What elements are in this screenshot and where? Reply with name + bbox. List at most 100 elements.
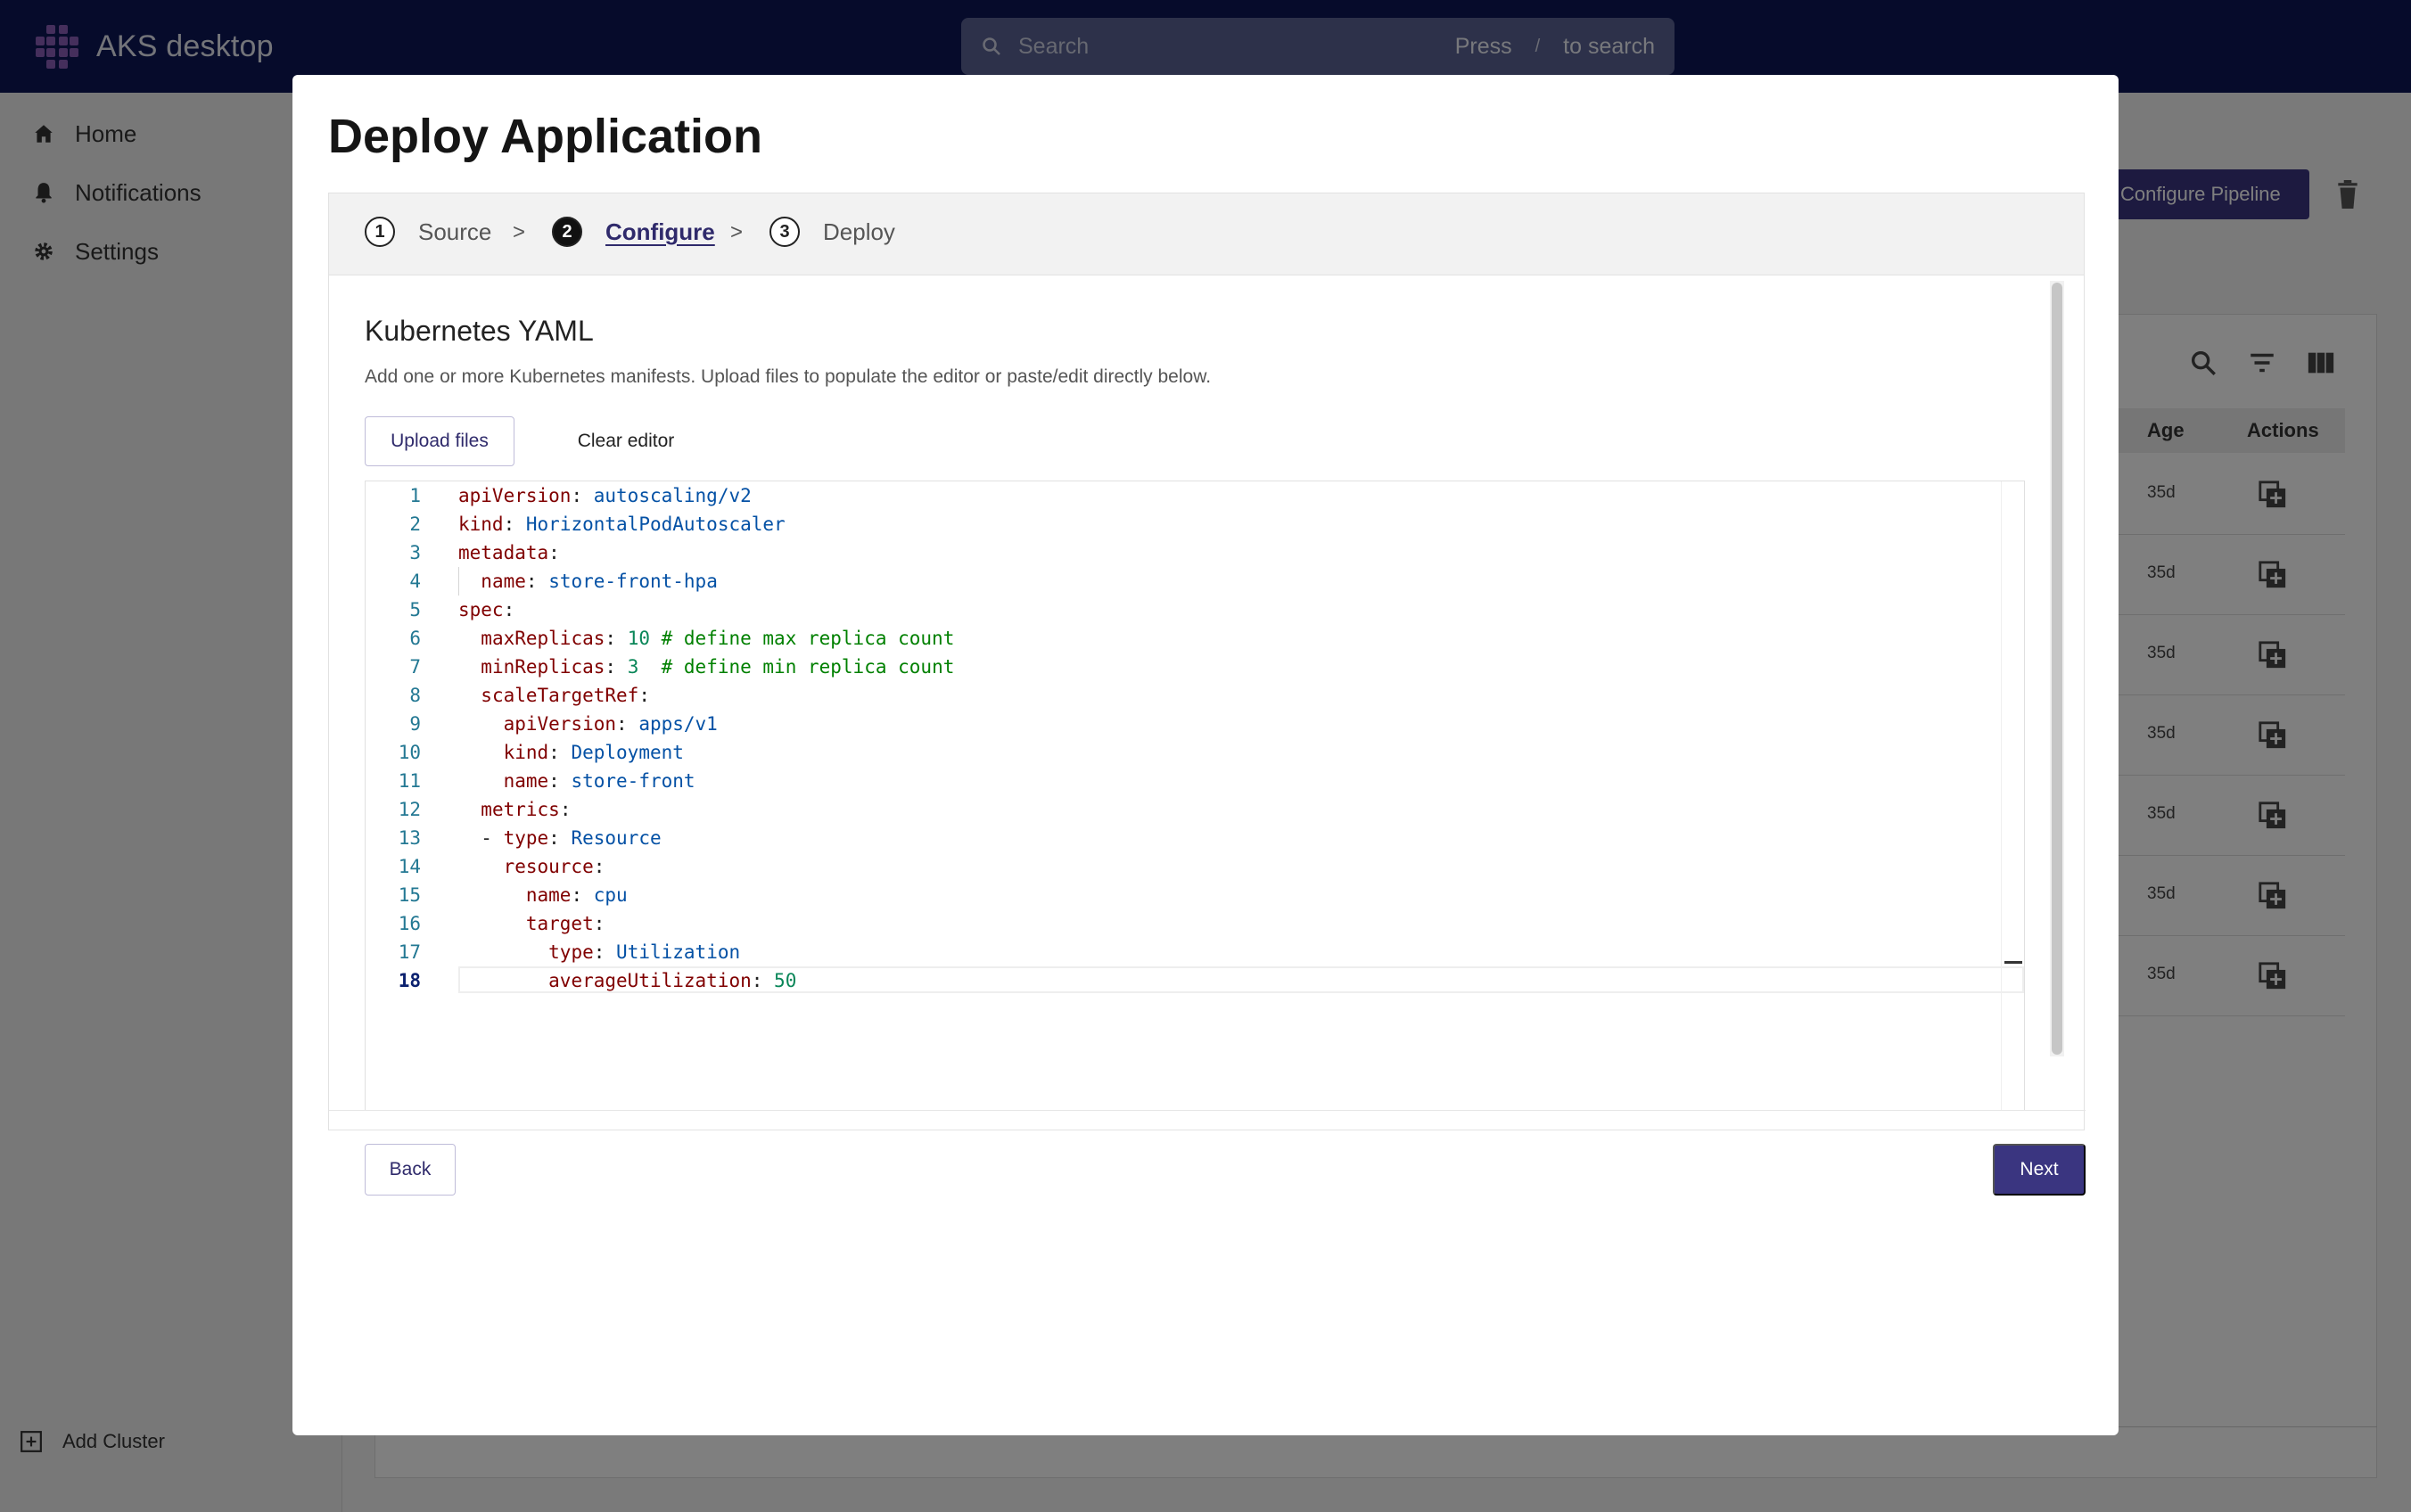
step-separator: >	[513, 220, 526, 244]
code-line: name: cpu	[458, 881, 628, 909]
line-number: 15	[398, 884, 421, 906]
yaml-key: name	[481, 571, 526, 592]
yaml-key: kind	[458, 514, 504, 535]
yaml-key: type	[503, 827, 549, 849]
stepper: 1 Source > 2 Configure > 3 Deploy	[328, 193, 2085, 275]
line-number: 18	[398, 970, 421, 991]
yaml-colon: :	[548, 542, 560, 563]
yaml-colon: :	[548, 827, 560, 849]
yaml-val: apps/v1	[638, 713, 718, 735]
line-number: 16	[398, 913, 421, 934]
yaml-space	[560, 742, 572, 763]
code-line: kind: Deployment	[458, 738, 684, 767]
yaml-key: apiVersion	[458, 485, 572, 506]
yaml-colon: :	[605, 628, 617, 649]
next-button[interactable]: Next	[1993, 1144, 2086, 1196]
yaml-indent	[458, 685, 481, 706]
yaml-indent	[458, 628, 481, 649]
yaml-num: 50	[774, 970, 797, 991]
yaml-key: name	[503, 770, 549, 792]
editor-scrollbar[interactable]	[2001, 481, 2024, 1110]
step-label: Configure	[605, 218, 715, 245]
code-line: averageUtilization: 50	[458, 966, 796, 995]
code-line: apiVersion: autoscaling/v2	[458, 481, 752, 510]
yaml-val: Resource	[571, 827, 662, 849]
yaml-editor[interactable]: 1 2 3 4 5 6 7 8 9 10 11 12 13 14 15 16 17 18 apiVersion: …	[365, 481, 2025, 1110]
step-label: Source	[418, 218, 492, 245]
yaml-val: store-front-hpa	[548, 571, 718, 592]
yaml-indent	[458, 799, 481, 820]
yaml-colon: :	[503, 599, 515, 620]
step-source[interactable]: 1 Source	[365, 217, 491, 247]
step-configure[interactable]: 2 Configure	[552, 217, 715, 247]
yaml-indent	[458, 656, 481, 678]
yaml-key: maxReplicas	[481, 628, 605, 649]
yaml-key: metadata	[458, 542, 549, 563]
yaml-val: Deployment	[571, 742, 684, 763]
yaml-indent	[458, 970, 548, 991]
step-deploy[interactable]: 3 Deploy	[769, 217, 895, 247]
code-line: resource:	[458, 852, 605, 881]
line-number: 14	[398, 856, 421, 877]
yaml-space	[616, 628, 628, 649]
code-line: metadata:	[458, 538, 560, 567]
code-line: minReplicas: 3 # define min replica coun…	[458, 653, 954, 681]
line-number: 2	[409, 514, 421, 535]
line-number: 7	[409, 656, 421, 678]
yaml-colon: :	[548, 742, 560, 763]
yaml-val: HorizontalPodAutoscaler	[525, 514, 786, 535]
yaml-colon: :	[593, 941, 605, 963]
yaml-indent	[458, 770, 504, 792]
yaml-dash: -	[481, 827, 504, 849]
line-number: 4	[409, 571, 421, 592]
step-number: 1	[365, 217, 395, 247]
yaml-val: cpu	[593, 884, 628, 906]
line-number: 9	[409, 713, 421, 735]
yaml-colon: :	[616, 713, 628, 735]
yaml-space	[616, 656, 628, 678]
yaml-space	[560, 827, 572, 849]
line-number: 5	[409, 599, 421, 620]
upload-files-button[interactable]: Upload files	[365, 416, 514, 466]
panel-description: Add one or more Kubernetes manifests. Up…	[365, 366, 1212, 387]
yaml-colon: :	[593, 913, 605, 934]
yaml-colon: :	[593, 856, 605, 877]
code-line: name: store-front	[458, 767, 695, 795]
footer-divider	[329, 1110, 2086, 1111]
line-number: 1	[409, 485, 421, 506]
dialog-title: Deploy Application	[328, 110, 763, 163]
yaml-space	[560, 770, 572, 792]
yaml-num: 3	[627, 656, 639, 678]
yaml-comment: # define min replica count	[638, 656, 955, 678]
yaml-indent	[458, 742, 504, 763]
line-number-gutter: 1 2 3 4 5 6 7 8 9 10 11 12 13 14 15 16 17 18	[366, 481, 430, 1110]
back-button[interactable]: Back	[365, 1144, 456, 1196]
yaml-comment: # define max replica count	[649, 628, 955, 649]
yaml-colon: :	[559, 799, 572, 820]
code-line: - type: Resource	[458, 824, 662, 852]
yaml-key: target	[525, 913, 594, 934]
yaml-indent	[458, 913, 526, 934]
yaml-panel: Kubernetes YAML Add one or more Kubernet…	[328, 275, 2086, 1196]
clear-editor-button[interactable]: Clear editor	[541, 416, 711, 466]
step-label: Deploy	[823, 218, 895, 245]
yaml-key: kind	[503, 742, 549, 763]
code-line: scaleTargetRef:	[458, 681, 650, 710]
line-number: 11	[398, 770, 421, 792]
yaml-space	[582, 485, 594, 506]
scrollbar-thumb[interactable]	[2052, 283, 2062, 1055]
yaml-colon: :	[548, 770, 560, 792]
yaml-colon: :	[503, 514, 515, 535]
deploy-application-dialog: Deploy Application 1 Source > 2 Configur…	[292, 75, 2119, 1435]
yaml-indent	[458, 941, 548, 963]
yaml-colon: :	[525, 571, 538, 592]
step-number: 3	[769, 217, 800, 247]
line-number: 3	[409, 542, 421, 563]
line-number: 13	[398, 827, 421, 849]
yaml-space	[582, 884, 594, 906]
code-line: name: store-front-hpa	[458, 567, 718, 596]
yaml-key: scaleTargetRef	[481, 685, 639, 706]
yaml-colon: :	[751, 970, 763, 991]
panel-scrollbar[interactable]	[2050, 281, 2064, 1056]
yaml-key: spec	[458, 599, 504, 620]
